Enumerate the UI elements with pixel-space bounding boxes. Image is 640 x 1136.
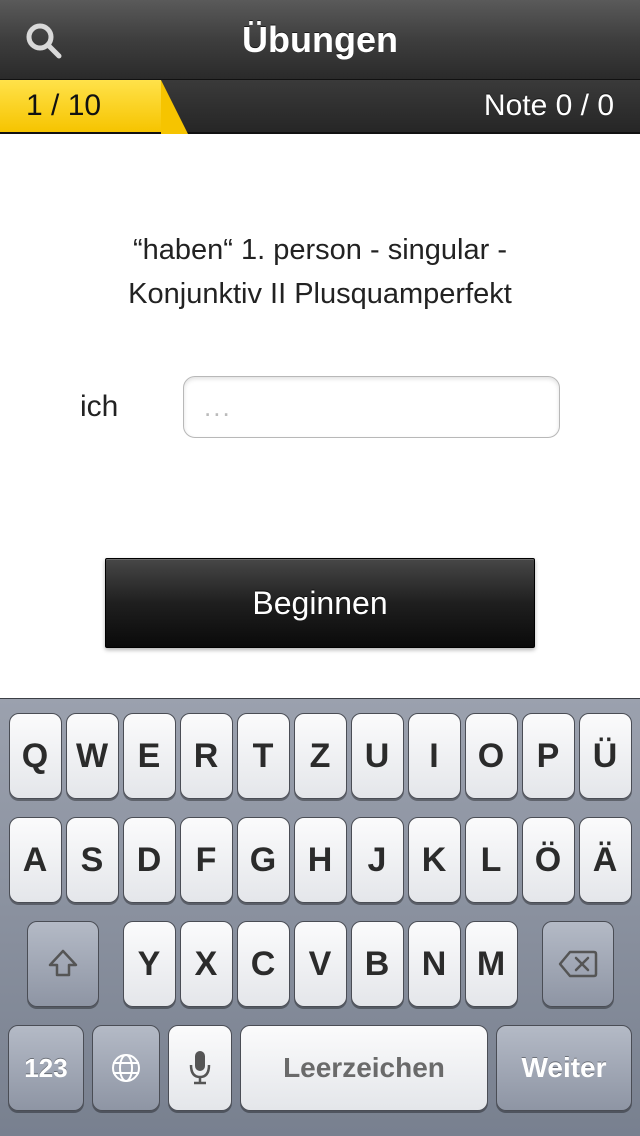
key-numbers[interactable]: 123 [8, 1025, 84, 1111]
search-button[interactable] [18, 15, 68, 65]
answer-row: ich [30, 376, 610, 438]
key-c[interactable]: C [237, 921, 290, 1007]
key-shift[interactable] [27, 921, 99, 1007]
keyboard-row-1: Q W E R T Z U I O P Ü [4, 713, 636, 799]
key-v[interactable]: V [294, 921, 347, 1007]
key-s[interactable]: S [66, 817, 119, 903]
key-m[interactable]: M [465, 921, 518, 1007]
key-a[interactable]: A [9, 817, 62, 903]
key-p[interactable]: P [522, 713, 575, 799]
progress-bar: 1 / 10 Note 0 / 0 [0, 80, 640, 134]
key-h[interactable]: H [294, 817, 347, 903]
app-header: Übungen [0, 0, 640, 80]
keyboard-row-2: A S D F G H J K L Ö Ä [4, 817, 636, 903]
exercise-area: “haben“ 1. person - singular - Konjunkti… [0, 134, 640, 648]
key-o[interactable]: O [465, 713, 518, 799]
keyboard-spacer [522, 921, 538, 1007]
score-label: Note 0 / 0 [161, 80, 640, 132]
key-z[interactable]: Z [294, 713, 347, 799]
key-k[interactable]: K [408, 817, 461, 903]
progress-counter: 1 / 10 [0, 80, 161, 132]
key-t[interactable]: T [237, 713, 290, 799]
keyboard-row-4: 123 Leerzeichen Weiter [4, 1025, 636, 1111]
key-ae[interactable]: Ä [579, 817, 632, 903]
key-l[interactable]: L [465, 817, 518, 903]
page-title: Übungen [0, 19, 640, 61]
key-space[interactable]: Leerzeichen [240, 1025, 488, 1111]
key-u[interactable]: U [351, 713, 404, 799]
key-n[interactable]: N [408, 921, 461, 1007]
shift-icon [46, 947, 80, 981]
pronoun-label: ich [80, 390, 183, 424]
keyboard-spacer [103, 921, 119, 1007]
globe-icon [109, 1051, 143, 1085]
key-f[interactable]: F [180, 817, 233, 903]
backspace-icon [558, 949, 598, 979]
answer-input[interactable] [183, 376, 560, 438]
key-oe[interactable]: Ö [522, 817, 575, 903]
key-dictation[interactable] [168, 1025, 232, 1111]
keyboard-row-3: Y X C V B N M [4, 921, 636, 1007]
key-g[interactable]: G [237, 817, 290, 903]
key-b[interactable]: B [351, 921, 404, 1007]
key-r[interactable]: R [180, 713, 233, 799]
key-backspace[interactable] [542, 921, 614, 1007]
key-globe[interactable] [92, 1025, 160, 1111]
key-q[interactable]: Q [9, 713, 62, 799]
key-d[interactable]: D [123, 817, 176, 903]
exercise-prompt: “haben“ 1. person - singular - Konjunkti… [30, 229, 610, 316]
key-i[interactable]: I [408, 713, 461, 799]
key-x[interactable]: X [180, 921, 233, 1007]
begin-button[interactable]: Beginnen [105, 558, 535, 648]
key-ue[interactable]: Ü [579, 713, 632, 799]
key-e[interactable]: E [123, 713, 176, 799]
key-y[interactable]: Y [123, 921, 176, 1007]
on-screen-keyboard: Q W E R T Z U I O P Ü A S D F G H J K L … [0, 698, 640, 1136]
prompt-line-1: “haben“ 1. person - singular - [133, 234, 507, 266]
key-return[interactable]: Weiter [496, 1025, 632, 1111]
key-w[interactable]: W [66, 713, 119, 799]
search-icon [23, 20, 63, 60]
key-j[interactable]: J [351, 817, 404, 903]
microphone-icon [187, 1049, 213, 1087]
prompt-line-2: Konjunktiv II Plusquamperfekt [128, 278, 512, 310]
